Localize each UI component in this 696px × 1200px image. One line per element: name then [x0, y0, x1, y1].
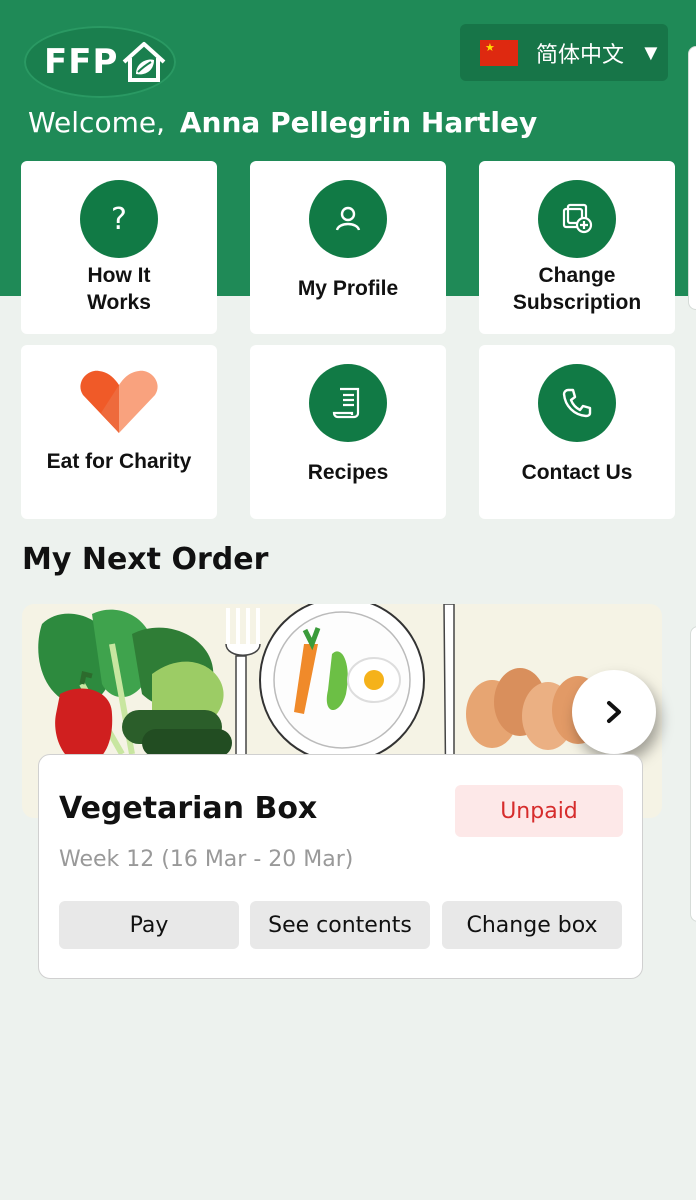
tile-how-it-works[interactable]: ? How It Works [21, 161, 217, 334]
phone-icon [538, 364, 616, 442]
ffp-logo: FFP [24, 26, 176, 98]
house-leaf-icon [123, 42, 166, 82]
tile-my-profile[interactable]: My Profile [250, 161, 446, 334]
see-contents-button[interactable]: See contents [250, 901, 430, 949]
section-title: My Next Order [22, 542, 269, 577]
tile-eat-for-charity[interactable]: Eat for Charity [21, 345, 217, 519]
change-box-button[interactable]: Change box [442, 901, 622, 949]
tile-label: Eat for Charity [46, 450, 192, 473]
next-order-card-edge [690, 626, 696, 922]
china-flag-icon: ★ [480, 39, 518, 66]
tile-change-subscription[interactable]: Change Subscription [479, 161, 675, 334]
payment-status-badge: Unpaid [455, 785, 623, 837]
person-icon [309, 180, 387, 258]
language-label: 简体中文 [536, 41, 625, 67]
next-order-button[interactable] [572, 670, 656, 754]
heart-icon [79, 369, 159, 440]
box-name: Vegetarian Box [59, 791, 318, 826]
tile-label: How It Works [87, 264, 151, 314]
tile-label: Change Subscription [512, 264, 642, 314]
chevron-down-icon: ▼ [640, 39, 662, 65]
welcome-greeting: Welcome, [28, 106, 165, 139]
next-order-card: Vegetarian Box Unpaid Week 12 (16 Mar - … [38, 754, 643, 979]
tile-label: Recipes [307, 461, 389, 484]
language-selector[interactable]: ★ 简体中文 ▼ [460, 24, 668, 81]
question-icon: ? [80, 180, 158, 258]
tile-label: My Profile [297, 277, 399, 300]
delivery-week: Week 12 (16 Mar - 20 Mar) [59, 847, 354, 872]
user-name: Anna Pellegrin Hartley [179, 106, 538, 139]
subscription-icon [538, 180, 616, 258]
next-page-card-edge [688, 46, 696, 310]
chevron-right-icon [607, 701, 621, 723]
pay-button[interactable]: Pay [59, 901, 239, 949]
welcome-message: Welcome, Anna Pellegrin Hartley [28, 106, 537, 139]
tile-label: Contact Us [521, 461, 633, 484]
logo-text: FFP [44, 42, 119, 82]
svg-text:?: ? [111, 202, 127, 237]
tile-recipes[interactable]: Recipes [250, 345, 446, 519]
tile-contact-us[interactable]: Contact Us [479, 345, 675, 519]
recipe-icon [309, 364, 387, 442]
